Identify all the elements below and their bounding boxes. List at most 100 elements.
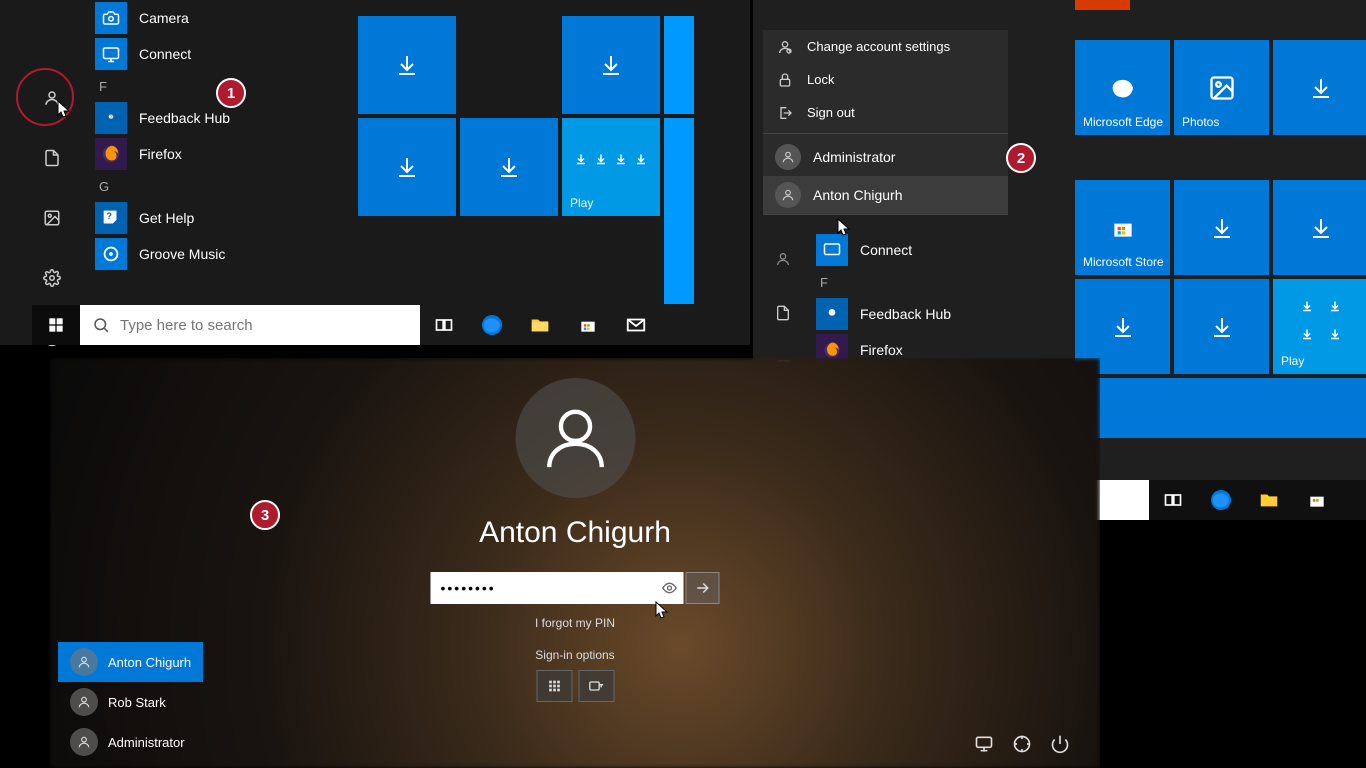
app-label: Firefox bbox=[860, 342, 903, 358]
app-groove[interactable]: Groove Music bbox=[95, 236, 355, 272]
avatar-icon bbox=[775, 144, 801, 170]
search-box[interactable] bbox=[80, 305, 420, 345]
signin-options bbox=[536, 670, 614, 702]
download-icon bbox=[1309, 76, 1333, 100]
login-user-rob[interactable]: Rob Stark bbox=[58, 682, 203, 722]
avatar-icon bbox=[70, 688, 98, 716]
user-menu: Change account settings Lock Sign out Ad… bbox=[763, 30, 1008, 215]
avatar-icon bbox=[70, 728, 98, 756]
app-label: Camera bbox=[139, 10, 189, 26]
arrow-right-icon bbox=[694, 579, 712, 597]
tile-play[interactable]: Play bbox=[562, 118, 660, 216]
ease-of-access-icon[interactable] bbox=[1012, 734, 1032, 754]
tile-office-partial[interactable] bbox=[1075, 0, 1130, 10]
submit-button[interactable] bbox=[686, 572, 720, 604]
user-label: Rob Stark bbox=[108, 695, 166, 710]
tile-partial-2[interactable] bbox=[664, 118, 694, 304]
pictures-icon[interactable] bbox=[32, 198, 72, 238]
user-label: Anton Chigurh bbox=[813, 187, 903, 203]
app-firefox[interactable]: Firefox bbox=[95, 136, 355, 172]
tile-store-2[interactable]: Microsoft Store bbox=[1075, 180, 1170, 275]
download-icon bbox=[395, 155, 419, 179]
tile-download-3[interactable] bbox=[358, 118, 456, 216]
store-taskbar-icon[interactable] bbox=[1293, 480, 1341, 520]
step-badge-1: 1 bbox=[216, 78, 246, 108]
tile-row-bottom[interactable] bbox=[1075, 378, 1366, 438]
signin-options-label: Sign-in options bbox=[535, 648, 614, 662]
camera-icon bbox=[95, 2, 127, 34]
user-icon[interactable] bbox=[763, 243, 803, 275]
app-gethelp[interactable]: ? Get Help bbox=[95, 200, 355, 236]
tile-partial[interactable] bbox=[664, 16, 694, 114]
mail-icon[interactable] bbox=[612, 305, 660, 345]
tile-play-2[interactable]: Play bbox=[1273, 279, 1366, 374]
search-input[interactable] bbox=[120, 317, 408, 334]
app-label: Connect bbox=[860, 242, 912, 258]
divider bbox=[763, 133, 1008, 134]
explorer-icon[interactable] bbox=[516, 305, 564, 345]
login-user-anton[interactable]: Anton Chigurh bbox=[58, 642, 203, 682]
user-administrator[interactable]: Administrator bbox=[763, 138, 1008, 176]
password-option[interactable] bbox=[578, 670, 614, 702]
login-avatar bbox=[515, 378, 635, 498]
download-icon bbox=[599, 53, 623, 77]
user-label: Administrator bbox=[813, 149, 895, 165]
reveal-password[interactable] bbox=[656, 572, 684, 604]
app-label: Feedback Hub bbox=[860, 306, 951, 322]
login-user-admin[interactable]: Administrator bbox=[58, 722, 203, 762]
app-connect[interactable]: Connect bbox=[95, 36, 355, 72]
tile-download-4[interactable] bbox=[460, 118, 558, 216]
tile-download-2[interactable] bbox=[562, 16, 660, 114]
taskview-icon[interactable] bbox=[1149, 480, 1197, 520]
start-button[interactable] bbox=[32, 305, 80, 345]
avatar-icon bbox=[540, 403, 610, 473]
forgot-pin-link[interactable]: I forgot my PIN bbox=[535, 616, 615, 630]
settings-icon[interactable] bbox=[32, 258, 72, 298]
connect-icon bbox=[95, 38, 127, 70]
cursor-icon bbox=[57, 100, 71, 120]
documents-icon[interactable] bbox=[32, 138, 72, 178]
pin-option[interactable] bbox=[536, 670, 572, 702]
password-input[interactable] bbox=[431, 572, 656, 604]
app-label: Groove Music bbox=[139, 246, 225, 262]
tile-download-b[interactable] bbox=[1174, 180, 1269, 275]
app-camera[interactable]: Camera bbox=[95, 0, 355, 36]
login-user-list: Anton Chigurh Rob Stark Administrator bbox=[58, 642, 203, 762]
power-icon[interactable] bbox=[1050, 734, 1070, 754]
letter-header-g[interactable]: G bbox=[95, 172, 355, 200]
tile-label: Play bbox=[1281, 354, 1304, 368]
tile-download-e[interactable] bbox=[1174, 279, 1269, 374]
change-account-settings[interactable]: Change account settings bbox=[763, 30, 1008, 63]
user-anton[interactable]: Anton Chigurh bbox=[763, 176, 1008, 214]
lock[interactable]: Lock bbox=[763, 63, 1008, 96]
edge-icon[interactable] bbox=[1197, 480, 1245, 520]
store-taskbar-icon[interactable] bbox=[564, 305, 612, 345]
letter-header-f[interactable]: F bbox=[816, 268, 1056, 296]
edge-icon[interactable] bbox=[468, 305, 516, 345]
download-grid bbox=[1301, 300, 1341, 340]
network-icon[interactable] bbox=[974, 734, 994, 754]
login-input-row bbox=[431, 572, 720, 604]
tile-download-1[interactable] bbox=[358, 16, 456, 114]
store-icon bbox=[1110, 215, 1136, 241]
tile-edge[interactable]: Microsoft Edge bbox=[1075, 40, 1170, 135]
tile-label: Microsoft Edge bbox=[1083, 115, 1163, 129]
menu-label: Sign out bbox=[807, 105, 855, 120]
menu-label: Lock bbox=[807, 72, 834, 87]
download-icon bbox=[1111, 315, 1135, 339]
taskview-icon[interactable] bbox=[420, 305, 468, 345]
start-menu-panel-1: Camera Connect F ? Feedback Hub Firefox … bbox=[0, 0, 750, 345]
tile-download-c[interactable] bbox=[1273, 180, 1366, 275]
sign-out[interactable]: Sign out bbox=[763, 96, 1008, 129]
edge-icon bbox=[1108, 73, 1138, 103]
firefox-icon bbox=[95, 138, 127, 170]
tile-label: Play bbox=[570, 196, 593, 210]
tile-download-a[interactable] bbox=[1273, 40, 1366, 135]
documents-icon[interactable] bbox=[763, 297, 803, 329]
tile-photos[interactable]: Photos bbox=[1174, 40, 1269, 135]
login-bottom-icons bbox=[974, 734, 1070, 754]
explorer-icon[interactable] bbox=[1245, 480, 1293, 520]
app-connect[interactable]: Connect bbox=[816, 232, 1056, 268]
app-feedback[interactable]: Feedback Hub bbox=[816, 296, 1056, 332]
login-center: Anton Chigurh I forgot my PIN Sign-in op… bbox=[431, 378, 720, 702]
